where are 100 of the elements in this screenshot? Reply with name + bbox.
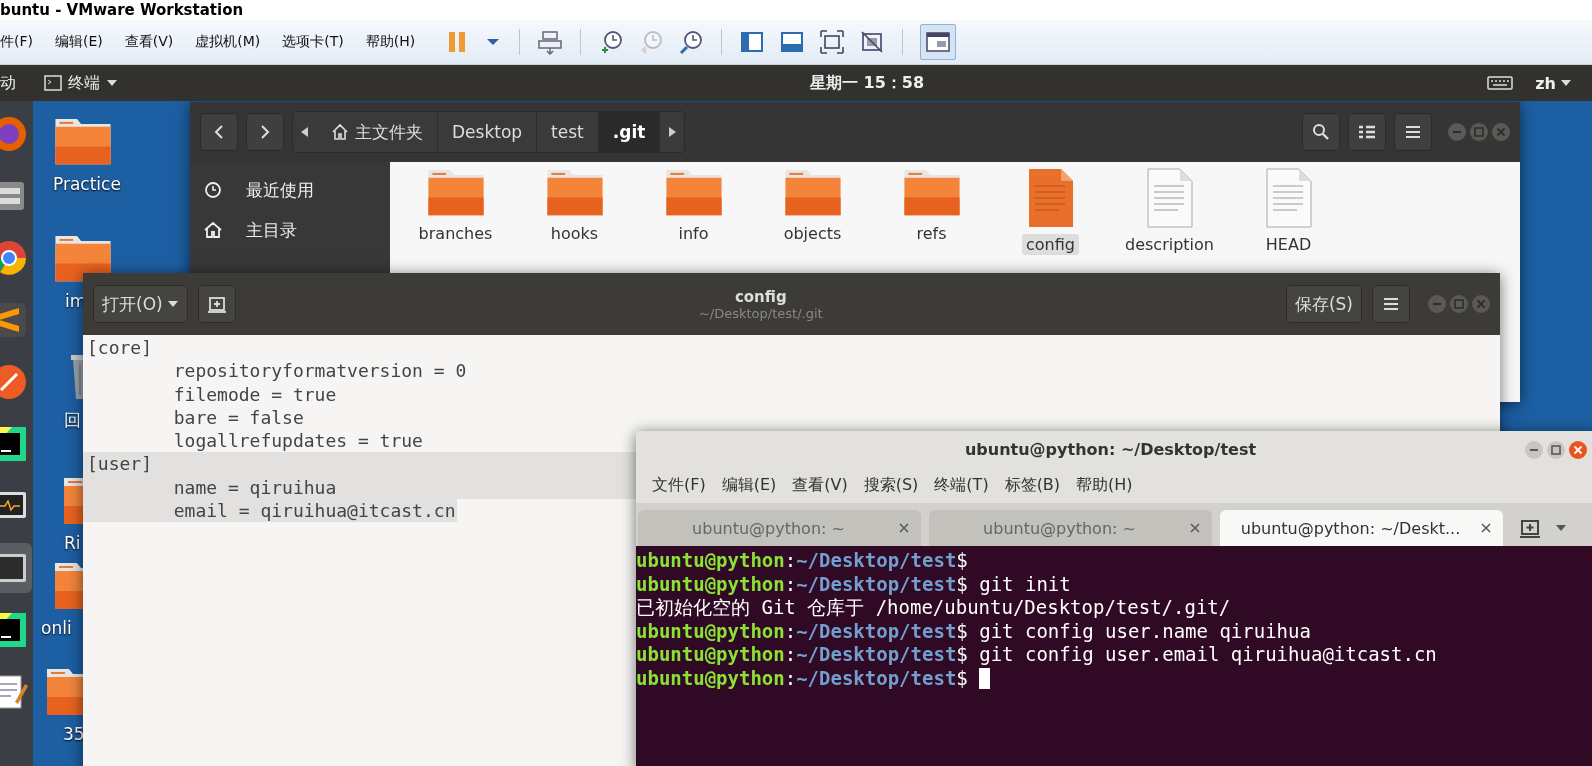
list-icon [1358,125,1376,139]
close-icon[interactable] [1569,440,1587,459]
menu-icon [1405,125,1421,139]
chevron-right-icon [260,124,270,140]
desktop-icon-label[interactable]: 回 [64,409,81,432]
file-name[interactable]: info [674,223,713,245]
folder-icon [544,168,605,218]
menu-item[interactable]: 虚拟机(M) [195,33,273,51]
new-document-button[interactable] [197,285,236,323]
forward-button[interactable] [246,113,284,151]
folder-icon [53,561,83,610]
code-line: repositoryformatversion = 0 [172,359,467,383]
app-icon [0,362,29,402]
menu-item[interactable]: 文件(F) [644,475,714,496]
sidebar-item[interactable]: 最近使用 [190,170,390,210]
menu-button[interactable] [1394,113,1432,151]
folder-icon [62,476,83,525]
new-tab-icon[interactable] [1519,518,1541,538]
triangle-right-icon[interactable] [668,127,677,137]
code-line: logallrefupdates = true [172,429,423,453]
menu-item[interactable]: 编辑(E) [713,475,785,496]
folder-icon [53,117,113,167]
app-menu[interactable]: 终端 [44,72,118,94]
close-icon[interactable] [1481,523,1491,533]
desktop-icon-label[interactable]: onli [41,618,72,638]
menu-item[interactable]: 搜索(S) [855,475,927,496]
path-segment[interactable]: .git [598,112,661,152]
caret-icon[interactable] [1555,524,1567,532]
desktop-icon-label[interactable]: Ri [64,533,81,553]
code-line: [core] [86,336,153,360]
terminal-tab[interactable]: ubuntu@python: ~/Deskt... [1220,510,1503,546]
menu-item[interactable]: 帮助(H) [365,33,428,51]
menu-item[interactable]: 查看(V) [124,33,186,51]
close-icon[interactable] [1190,523,1200,533]
app-icon [0,424,29,464]
view-button[interactable] [1348,113,1386,151]
menu-item[interactable]: 终端(T) [926,475,997,496]
app-icon [0,300,29,340]
menu-item[interactable]: 编辑(E) [55,33,115,51]
minimize-icon[interactable] [1525,440,1543,459]
document-icon [1264,168,1313,228]
terminal-line: ubuntu@python:~/Desktop/test$ git config user.name qiruihua [636,619,1312,643]
window-title: buntu - VMware Workstation [0,0,244,20]
menu-item[interactable]: 查看(V) [784,475,856,496]
file-name[interactable]: hooks [546,223,603,245]
home-icon [204,221,222,239]
app-icon [0,672,29,712]
terminal-line: ubuntu@python:~/Desktop/test$ git init [636,572,1072,596]
back-button[interactable] [200,113,238,151]
code-line: bare = false [172,405,304,430]
file-name[interactable]: branches [414,223,497,245]
triangle-left-icon[interactable] [301,127,309,137]
boxes-icon[interactable] [537,29,564,55]
activities-button[interactable]: 动 [0,72,16,94]
terminal-line: ubuntu@python:~/Desktop/test$ [636,549,969,573]
menu-item[interactable]: 标签(B) [996,475,1069,496]
window-icon[interactable] [779,29,806,55]
clock-icon[interactable] [678,29,705,55]
path-segment[interactable]: test [537,112,599,152]
desktop-icon-label[interactable]: Practice [53,174,121,195]
file-name[interactable]: HEAD [1261,234,1316,255]
input-method-menu[interactable]: zh [1535,73,1572,93]
sidebar-icon[interactable] [739,29,766,55]
file-name[interactable]: config [1022,234,1079,255]
caret-icon [1560,79,1572,87]
code-line: filemode = true [172,382,337,406]
chevron-left-icon [214,124,224,140]
sidebar-item[interactable]: 主目录 [190,210,390,250]
file-path: ~/Desktop/test/.git [698,305,823,321]
terminal-line: 已初始化空的 Git 仓库于 /home/ubuntu/Desktop/test/.git/ [636,596,1232,620]
file-name[interactable]: objects [779,223,846,245]
document-icon [1026,168,1075,228]
menu-item[interactable]: 选项卡(T) [282,33,356,51]
search-button[interactable] [1302,113,1340,151]
fullscreen-icon[interactable] [819,29,846,55]
app-icon [0,610,29,650]
open-button[interactable]: 打开(O) [93,285,188,323]
menu-button[interactable] [1372,285,1410,323]
folder-icon [425,168,486,218]
terminal-line: ubuntu@python:~/Desktop/test$ git config user.email qiruihua@itcast.cn [636,643,1438,667]
close-icon[interactable] [899,523,909,533]
menu-item[interactable]: 件(F) [0,33,45,51]
folder-icon [901,168,962,218]
maximize-icon[interactable] [1547,440,1565,459]
caret-icon [106,79,118,87]
terminal-icon [44,75,62,91]
app-icon [0,238,29,278]
file-name[interactable]: refs [912,223,951,245]
desktop-icon-label[interactable]: 35 [63,724,85,744]
document-icon [1145,168,1194,228]
keyboard-icon[interactable] [1487,76,1514,90]
search-icon [1312,123,1330,141]
file-name[interactable]: description [1121,234,1218,255]
app-icon [0,114,29,154]
path-segment[interactable]: Desktop [438,112,538,152]
path-segment[interactable]: 主文件夹 [317,112,438,152]
menu-item[interactable]: 帮助(H) [1068,475,1141,496]
clock[interactable]: 星期一 15：58 [700,72,1488,94]
save-button[interactable]: 保存(S) [1285,285,1362,323]
folder-icon [45,667,83,716]
